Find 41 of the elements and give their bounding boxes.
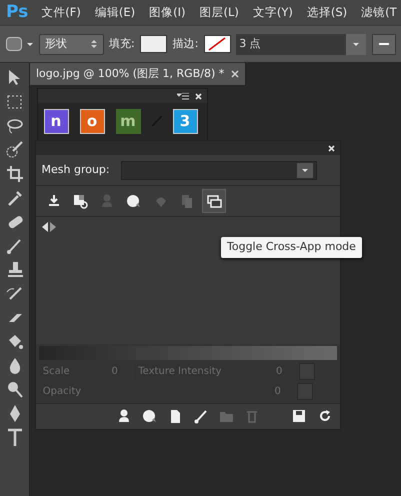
sphere-icon (126, 192, 142, 209)
document-title: logo.jpg @ 100% (图层 1, RGB/8) * (36, 66, 224, 82)
app-logo[interactable]: o (80, 108, 104, 134)
menu-item[interactable]: 图像(I) (142, 4, 192, 22)
panel-menu-icon[interactable] (177, 92, 189, 100)
figure-icon[interactable] (116, 408, 132, 424)
app-logo: Ps (5, 0, 30, 24)
brush-icon[interactable] (192, 408, 208, 424)
caret-icon[interactable] (27, 42, 33, 46)
menu-item[interactable]: 滤镜(T (354, 4, 401, 22)
stroke-width-dropdown[interactable]: 3 点 (236, 34, 366, 54)
sphere-icon[interactable] (142, 408, 158, 424)
cross-app-icon (206, 192, 222, 209)
fill-label: 填充: (109, 36, 135, 52)
line-style-dropdown[interactable] (372, 34, 396, 54)
shape-mode-dropdown[interactable]: 形状 (38, 34, 104, 54)
menu-item[interactable]: 选择(S) (300, 4, 354, 22)
menu-item[interactable]: 图层(L) (192, 4, 246, 22)
previous-arrow-icon[interactable] (42, 222, 48, 232)
stroke-label: 描边: (172, 36, 198, 52)
tooltip: Toggle Cross-App mode (221, 237, 362, 258)
close-icon[interactable] (194, 92, 202, 100)
caret-icon (302, 168, 308, 172)
menu-item[interactable]: 编辑(E) (88, 4, 142, 22)
no-stroke-swatch[interactable] (204, 35, 231, 53)
checker-refresh-icon (72, 192, 88, 209)
fill-swatch[interactable] (140, 35, 168, 53)
close-icon[interactable] (328, 144, 334, 152)
updown-icon (91, 40, 97, 48)
next-arrow-icon[interactable] (50, 222, 56, 232)
app-logo[interactable]: n (44, 108, 68, 134)
document-tab[interactable]: logo.jpg @ 100% (图层 1, RGB/8) * (30, 63, 245, 85)
shape-tool-button[interactable] (6, 37, 22, 51)
figure-icon (99, 192, 115, 209)
mesh-group-label: Mesh group: (42, 162, 110, 178)
menu-item[interactable]: 文件(F) (34, 4, 88, 22)
toolbar-button[interactable] (202, 188, 226, 213)
menu-item[interactable]: 文字(Y) (246, 4, 300, 22)
caret-icon (353, 42, 360, 46)
save-icon[interactable] (291, 408, 307, 424)
close-icon[interactable] (231, 70, 239, 78)
